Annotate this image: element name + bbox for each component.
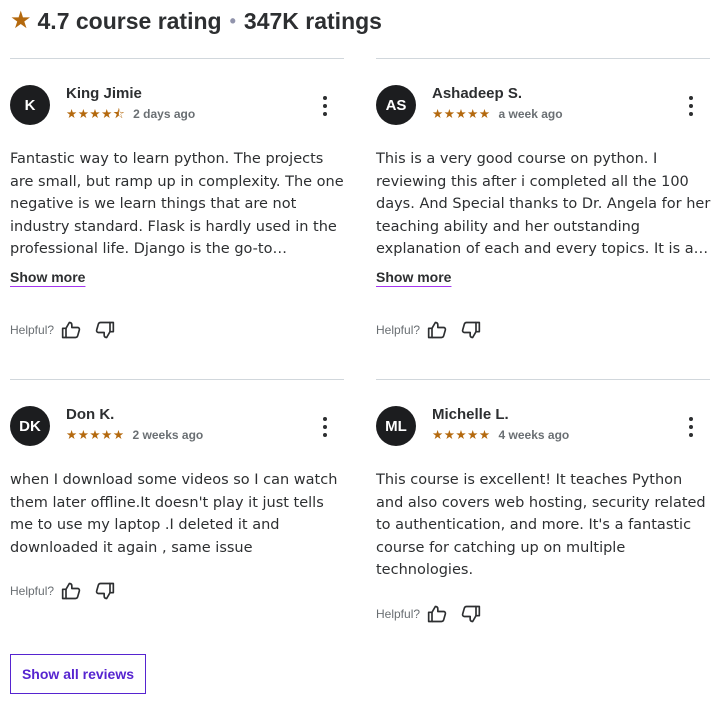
review-date: 2 weeks ago [132, 428, 204, 442]
review-card: AS Ashadeep S. ★★★★★ a week ago This is … [376, 58, 710, 358]
review-date: a week ago [498, 107, 563, 121]
show-more-link[interactable]: Show more [10, 269, 85, 285]
helpful-label: Helpful? [10, 584, 55, 598]
show-all-reviews-button[interactable]: Show all reviews [10, 654, 146, 694]
course-rating: 4.7 course rating [37, 7, 222, 34]
reviewer-name: King Jimie [66, 85, 142, 102]
more-options-button[interactable] [322, 417, 328, 437]
more-vertical-icon [689, 96, 693, 100]
helpful-row: Helpful? [10, 319, 128, 341]
star-rating: ★★★★⯪ [66, 106, 126, 121]
thumbs-down-icon[interactable] [94, 319, 116, 341]
rating-summary: ★ 4.7 course rating • 347K ratings [10, 6, 382, 36]
review-text: This is a very good course on python. I … [376, 151, 711, 258]
thumbs-up-icon[interactable] [426, 603, 448, 625]
review-text: This course is excellent! It teaches Pyt… [376, 472, 706, 579]
helpful-label: Helpful? [376, 323, 421, 337]
star-icon: ★ [10, 7, 32, 34]
review-card: DK Don K. ★★★★★ 2 weeks ago when I downl… [10, 379, 344, 619]
reviewer-name: Michelle L. [432, 406, 509, 423]
helpful-label: Helpful? [10, 323, 55, 337]
ratings-count: 347K ratings [243, 7, 382, 34]
star-rating: ★★★★★ [66, 427, 125, 442]
thumbs-down-icon[interactable] [460, 319, 482, 341]
reviewer-name: Ashadeep S. [432, 85, 523, 102]
more-options-button[interactable] [688, 96, 694, 116]
review-date: 4 weeks ago [498, 428, 570, 442]
reviewer-name: Don K. [66, 406, 115, 423]
more-vertical-icon [323, 417, 327, 421]
thumbs-down-icon[interactable] [460, 603, 482, 625]
rating-row: ★★★★★ a week ago [432, 107, 563, 121]
thumbs-down-icon[interactable] [94, 580, 116, 602]
thumbs-up-icon[interactable] [426, 319, 448, 341]
helpful-row: Helpful? [10, 580, 128, 602]
helpful-row: Helpful? [376, 603, 494, 625]
thumbs-up-icon[interactable] [60, 580, 82, 602]
more-vertical-icon [323, 96, 327, 100]
review-date: 2 days ago [133, 107, 196, 121]
star-rating: ★★★★★ [432, 106, 491, 121]
review-text: when I download some videos so I can wat… [10, 472, 338, 556]
more-options-button[interactable] [688, 417, 694, 437]
review-card: ML Michelle L. ★★★★★ 4 weeks ago This co… [376, 379, 710, 639]
more-vertical-icon [689, 417, 693, 421]
avatar: K [10, 85, 50, 125]
avatar: ML [376, 406, 416, 446]
review-text: Fantastic way to learn python. The proje… [10, 151, 344, 258]
avatar: AS [376, 85, 416, 125]
rating-row: ★★★★⯪ 2 days ago [66, 107, 195, 121]
separator-dot: • [229, 10, 236, 31]
star-rating: ★★★★★ [432, 427, 491, 442]
rating-row: ★★★★★ 4 weeks ago [432, 428, 569, 442]
review-card: K King Jimie ★★★★⯪ 2 days ago Fantastic … [10, 58, 344, 358]
thumbs-up-icon[interactable] [60, 319, 82, 341]
helpful-label: Helpful? [376, 607, 421, 621]
more-options-button[interactable] [322, 96, 328, 116]
show-more-link[interactable]: Show more [376, 269, 451, 285]
rating-row: ★★★★★ 2 weeks ago [66, 428, 203, 442]
helpful-row: Helpful? [376, 319, 494, 341]
avatar: DK [10, 406, 50, 446]
